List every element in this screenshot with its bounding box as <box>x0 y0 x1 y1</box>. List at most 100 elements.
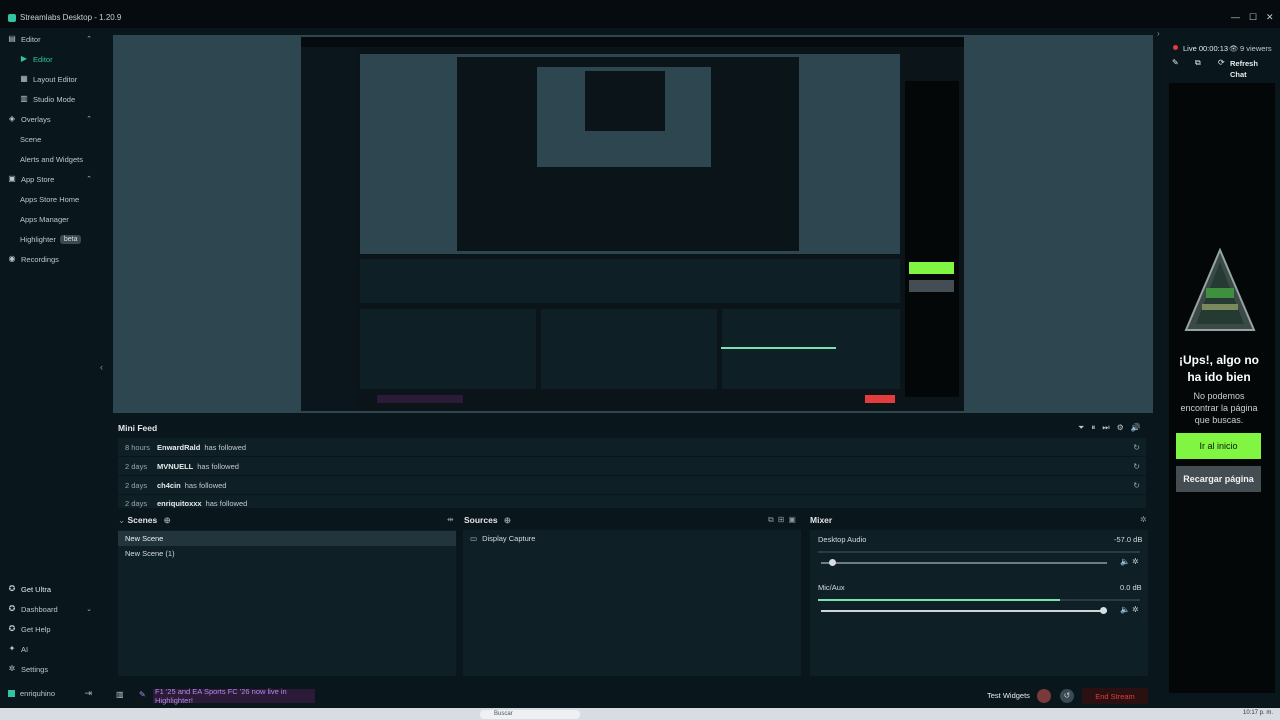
feed-row: 8 hours EnwardRald has followed ↻ <box>118 438 1146 456</box>
add-scene-icon[interactable]: ⊕ <box>164 515 171 525</box>
scene-transition-icon[interactable]: ⇹ <box>447 515 454 524</box>
sidebar-item-label: Get Help <box>21 624 51 634</box>
sidebar-item-label: Layout Editor <box>33 74 78 84</box>
sidebar-item-settings[interactable]: ✲ Settings <box>0 659 101 679</box>
speaker-icon[interactable]: 🔈 <box>1120 557 1130 566</box>
record-button[interactable] <box>1037 689 1051 703</box>
sidebar-item-get-help[interactable]: ✪ Get Help <box>0 619 101 639</box>
lock-icon[interactable]: ▣ <box>788 515 796 525</box>
sidebar-item-recordings[interactable]: ◉ Recordings <box>0 249 101 269</box>
edit-icon[interactable]: ✎ <box>1172 58 1179 67</box>
sidebar-item-label: Scene <box>20 134 42 144</box>
highlighter-promo[interactable]: F1 '25 and EA Sports FC '26 now live in … <box>153 687 315 705</box>
sidebar-item-label: Recordings <box>21 254 59 264</box>
sidebar-item-overlays[interactable]: ◈ Overlays ⌃ <box>0 109 101 129</box>
mixer-channel-name: Mic/Aux <box>818 583 845 592</box>
replay-icon[interactable]: ↻ <box>1133 462 1140 471</box>
sidebar-item-get-ultra[interactable]: ✪ Get Ultra <box>0 579 101 599</box>
chevron-down-icon: ⌄ <box>86 606 92 613</box>
sidebar-user[interactable]: enriquhino ⇥ <box>0 683 101 703</box>
error-message: No podemos encontrar la página que busca… <box>1180 391 1258 425</box>
sidebar-item-label: Highlighter <box>20 234 56 244</box>
sidebar-item-label: Alerts and Widgets <box>20 154 83 164</box>
sidebar-item-layout-editor[interactable]: ▦ Layout Editor <box>0 69 101 89</box>
sidebar-item-label: Overlays <box>21 114 51 124</box>
sidebar-item-scene[interactable]: Scene <box>0 129 101 149</box>
collapse-sidebar-icon[interactable]: ‹ <box>100 362 103 372</box>
filter-icon[interactable]: ⏷ <box>1078 423 1084 433</box>
mini-feed-title: Mini Feed <box>118 423 158 433</box>
scene-item[interactable]: New Scene <box>118 531 456 546</box>
source-settings-icon[interactable]: ⊞ <box>778 515 785 525</box>
refresh-chat-button[interactable]: Refresh Chat <box>1230 58 1264 80</box>
minimize-button[interactable]: — <box>1231 12 1240 22</box>
preview-display-capture <box>301 37 964 411</box>
studio-icon: ▥ <box>20 94 28 103</box>
channel-settings-icon[interactable]: ✲ <box>1132 605 1139 614</box>
logout-icon[interactable]: ⇥ <box>84 688 92 699</box>
viewer-count: 9 viewers <box>1240 44 1272 53</box>
volume-slider[interactable] <box>821 562 1107 564</box>
test-widgets-label: Test Widgets <box>987 691 1030 700</box>
nested-scenes <box>360 309 536 389</box>
sidebar-item-apps-manager[interactable]: Apps Manager <box>0 209 101 229</box>
mixer-settings-icon[interactable]: ✲ <box>1140 515 1147 524</box>
sidebar-item-label: Editor <box>33 54 53 64</box>
feed-time: 2 days <box>125 461 148 471</box>
nested-promo <box>377 395 463 403</box>
stats-icon[interactable]: ▥ <box>116 690 124 699</box>
sidebar-item-label: App Store <box>21 174 55 184</box>
close-button[interactable]: ✕ <box>1266 12 1274 23</box>
chevron-right-icon[interactable]: › <box>1157 29 1160 38</box>
sidebar-item-editor[interactable]: ▶ Editor <box>0 49 101 69</box>
folder-icon[interactable]: ⧉ <box>768 515 774 525</box>
feed-action: has followed <box>204 442 247 452</box>
reload-page-button[interactable]: Recargar página <box>1176 466 1261 492</box>
sidebar-item-ai[interactable]: ✦ AI <box>0 639 101 659</box>
feed-settings-icon[interactable]: ⚙ <box>1117 423 1124 433</box>
feed-user: enriquitoxxx <box>157 499 202 508</box>
ai-icon: ✦ <box>8 644 16 653</box>
popout-icon[interactable]: ⧉ <box>1195 58 1201 68</box>
chat-content <box>1169 83 1275 693</box>
replay-buffer-icon[interactable]: ↺ <box>1060 689 1074 703</box>
volume-icon[interactable]: 🔊 <box>1131 423 1141 433</box>
sources-header: Sources ⊕ <box>464 515 511 526</box>
pause-icon[interactable]: ⏸ <box>1091 423 1095 433</box>
sidebar-item-label: Settings <box>21 664 49 674</box>
add-source-icon[interactable]: ⊕ <box>504 515 511 525</box>
editor-icon: ▤ <box>8 34 16 43</box>
replay-icon[interactable]: ↻ <box>1133 443 1140 452</box>
mini-feed-toolbar: ⏷ ⏸ ⏭ ⚙ 🔊 <box>1078 423 1141 433</box>
sidebar-item-label: Apps Store Home <box>20 194 80 204</box>
sidebar-item-apps-store-home[interactable]: Apps Store Home <box>0 189 101 209</box>
sidebar-item-studio-mode[interactable]: ▥ Studio Mode <box>0 89 101 109</box>
sources-panel <box>463 530 801 676</box>
sidebar-item-dashboard[interactable]: ✪ Dashboard ⌄ <box>0 599 101 619</box>
sidebar-item-app-store[interactable]: ▣ App Store ⌃ <box>0 169 101 189</box>
mixer-channel-db: 0.0 dB <box>1120 583 1142 592</box>
nested-reload-button <box>909 280 954 292</box>
taskbar-search[interactable]: Buscar <box>480 710 580 719</box>
replay-icon[interactable]: ↻ <box>1133 481 1140 490</box>
sidebar-item-alerts-widgets[interactable]: Alerts and Widgets <box>0 149 101 169</box>
sidebar-item-highlighter[interactable]: Highlighter beta <box>0 229 101 249</box>
source-item[interactable]: ▭ Display Capture <box>463 531 801 546</box>
sidebar-item-label: Apps Manager <box>20 214 69 224</box>
ultra-icon: ✪ <box>8 584 16 593</box>
volume-slider[interactable] <box>821 610 1107 612</box>
sidebar-item-editor-group[interactable]: ▤ Editor ⌃ <box>0 29 101 49</box>
volume-slider-knob[interactable] <box>1100 607 1107 614</box>
maximize-button[interactable]: ☐ <box>1249 12 1257 23</box>
skip-icon[interactable]: ⏭ <box>1102 423 1109 433</box>
channel-settings-icon[interactable]: ✲ <box>1132 557 1139 566</box>
speaker-icon[interactable]: 🔈 <box>1120 605 1130 614</box>
end-stream-button[interactable]: End Stream <box>1082 688 1148 704</box>
nested-chat <box>905 81 959 397</box>
feed-row: 2 days MVNUELL has followed ↻ <box>118 457 1146 475</box>
refresh-icon[interactable]: ⟳ <box>1218 58 1225 67</box>
home-button[interactable]: Ir al inicio <box>1176 433 1261 459</box>
scene-item[interactable]: New Scene (1) <box>118 546 456 561</box>
sidebar-item-label: AI <box>21 644 29 654</box>
error-title: ¡Ups!, algo no ha ido bien <box>1179 353 1259 384</box>
